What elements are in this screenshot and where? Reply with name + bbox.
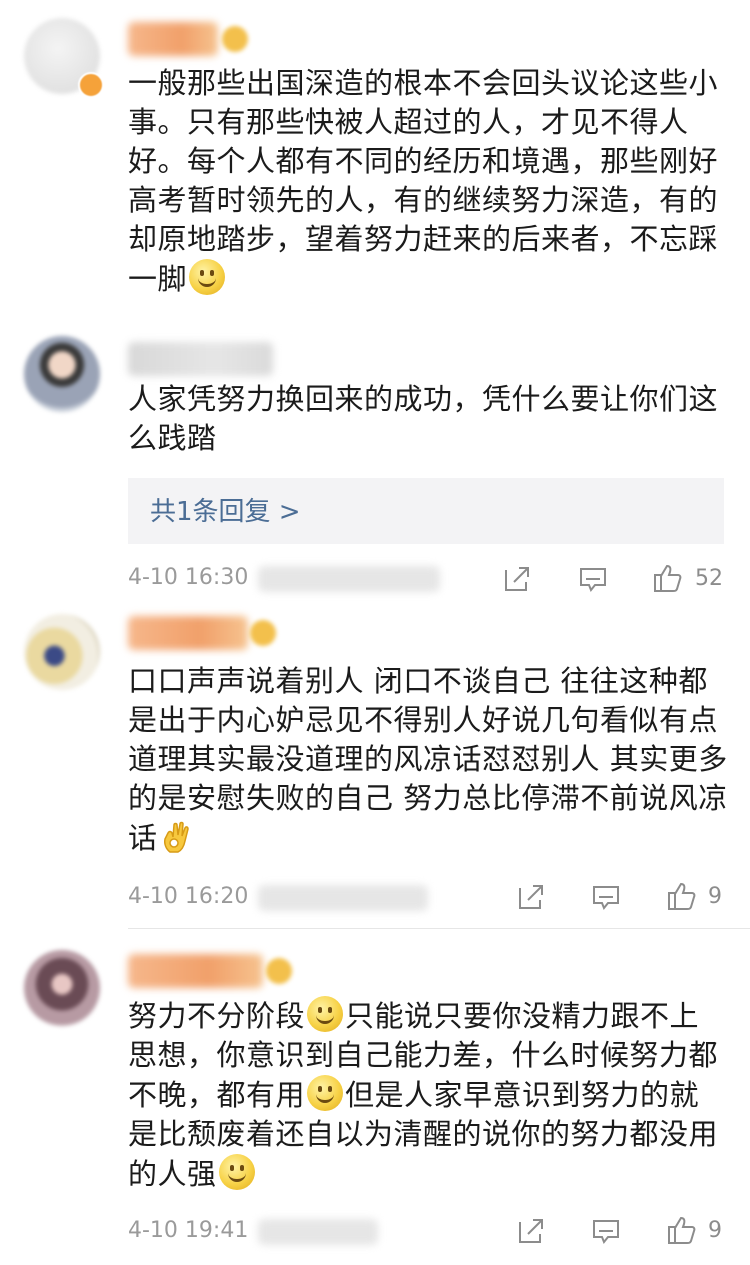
source-text — [258, 1219, 378, 1245]
comment-text: 努力不分阶段 只能说只要你没精力跟不上思想，你意识到自己能力差，什么时候努力都不晚… — [128, 996, 728, 1194]
timestamp: 4-10 19:41 — [128, 1218, 249, 1243]
like-button[interactable] — [666, 1214, 698, 1246]
avatar[interactable] — [24, 950, 100, 1026]
like-count: 9 — [708, 1218, 722, 1243]
share-icon — [519, 1219, 543, 1243]
comment-button[interactable] — [591, 1216, 621, 1246]
comment-icon — [593, 1220, 619, 1244]
smile-emoji-icon — [307, 1075, 344, 1111]
smile-emoji-icon — [218, 1154, 255, 1190]
share-button[interactable] — [516, 1216, 546, 1246]
comment-4: 努力不分阶段 只能说只要你没精力跟不上思想，你意识到自己能力差，什么时候努力都不晚… — [0, 0, 750, 1265]
smile-emoji-icon — [307, 996, 344, 1032]
member-crown-icon — [266, 958, 292, 984]
username[interactable] — [128, 954, 263, 988]
thumbs-up-icon — [668, 1216, 696, 1244]
